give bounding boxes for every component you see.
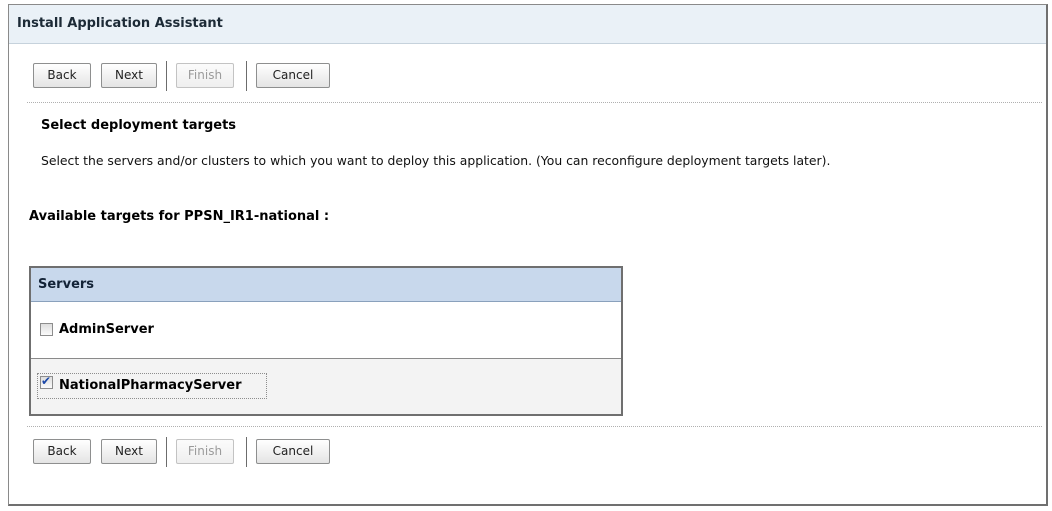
button-separator (166, 437, 167, 467)
button-separator (246, 61, 247, 91)
install-assistant-panel: Install Application Assistant Back Next … (8, 4, 1048, 506)
server-name: NationalPharmacyServer (59, 378, 242, 393)
servers-table: Servers AdminServer ✔ NationalPharmacySe… (29, 266, 623, 416)
adminserver-checkbox[interactable] (40, 323, 53, 336)
instructions-text: Select the servers and/or clusters to wh… (41, 153, 831, 168)
back-button[interactable]: Back (33, 63, 91, 88)
title-bar: Install Application Assistant (9, 5, 1046, 44)
available-targets-label: Available targets for PPSN_IR1-national … (29, 209, 330, 224)
button-separator (246, 437, 247, 467)
cancel-button[interactable]: Cancel (256, 63, 330, 88)
cancel-button[interactable]: Cancel (256, 439, 330, 464)
back-button[interactable]: Back (33, 439, 91, 464)
servers-column-header: Servers (38, 277, 95, 292)
next-button[interactable]: Next (101, 439, 157, 464)
servers-table-header: Servers (31, 268, 621, 302)
next-button[interactable]: Next (101, 63, 157, 88)
server-row-nationalpharmacyserver: ✔ NationalPharmacyServer (31, 359, 621, 414)
checkmark-icon: ✔ (41, 374, 52, 388)
button-separator (166, 61, 167, 91)
divider (27, 426, 1042, 427)
finish-button[interactable]: Finish (176, 439, 234, 464)
finish-button[interactable]: Finish (176, 63, 234, 88)
window-title: Install Application Assistant (17, 16, 223, 31)
server-name: AdminServer (59, 322, 154, 337)
section-title: Select deployment targets (41, 118, 237, 133)
nationalpharmacyserver-checkbox[interactable]: ✔ (40, 374, 53, 389)
server-row-adminserver: AdminServer (31, 302, 621, 359)
divider (27, 102, 1042, 103)
